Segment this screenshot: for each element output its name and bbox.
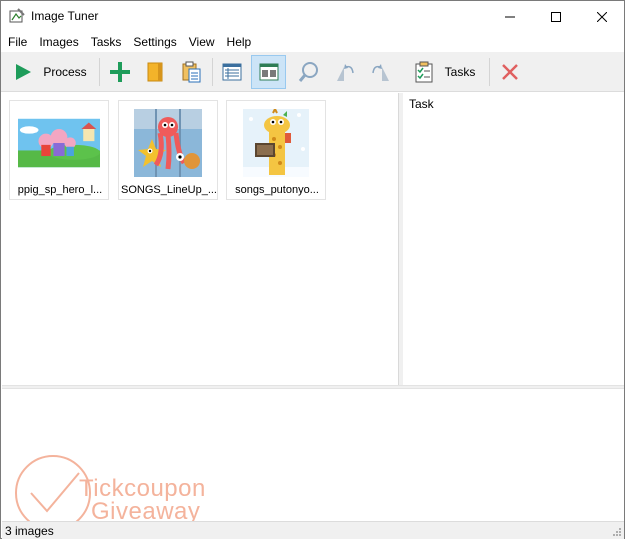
maximize-button[interactable] bbox=[533, 1, 579, 32]
zoom-icon bbox=[298, 62, 318, 82]
image-label: SONGS_LineUp_... bbox=[121, 184, 217, 196]
menu-view[interactable]: View bbox=[183, 32, 221, 52]
minimize-button[interactable] bbox=[487, 1, 533, 32]
add-images-button[interactable] bbox=[104, 55, 136, 89]
songs-lineup-thumbnail bbox=[127, 107, 209, 179]
zoom-button[interactable] bbox=[293, 55, 325, 89]
window-title: Image Tuner bbox=[31, 9, 99, 23]
status-image-count: 3 images bbox=[5, 524, 54, 538]
add-icon bbox=[110, 62, 130, 82]
details-view-button[interactable] bbox=[216, 55, 248, 89]
minimize-icon bbox=[505, 16, 515, 17]
rotate-right-icon bbox=[372, 64, 389, 81]
rotate-left-button[interactable] bbox=[329, 55, 361, 89]
delete-icon bbox=[502, 64, 518, 80]
maximize-icon bbox=[551, 11, 561, 22]
delete-button[interactable] bbox=[494, 55, 526, 89]
paste-icon bbox=[182, 61, 201, 83]
menu-tasks[interactable]: Tasks bbox=[85, 32, 128, 52]
task-pane[interactable]: Task bbox=[403, 93, 624, 385]
thumbnails-view-icon bbox=[259, 63, 278, 81]
process-button[interactable]: Process bbox=[7, 55, 93, 89]
toolbar-separator bbox=[489, 58, 490, 86]
details-view-icon bbox=[222, 63, 242, 81]
thumbnails-view-button[interactable] bbox=[251, 55, 286, 89]
images-pane[interactable]: ppig_sp_hero_l... SONGS_LineUp_... songs… bbox=[2, 93, 399, 385]
toolbar: Process Tasks bbox=[1, 52, 624, 92]
close-icon bbox=[597, 11, 607, 22]
image-label: songs_putonyo... bbox=[235, 184, 319, 196]
menu-images[interactable]: Images bbox=[33, 32, 84, 52]
menu-bar: File Images Tasks Settings View Help bbox=[1, 32, 624, 52]
close-button[interactable] bbox=[579, 1, 625, 32]
image-item[interactable]: ppig_sp_hero_l... bbox=[9, 100, 109, 200]
tasks-button[interactable]: Tasks bbox=[405, 55, 483, 89]
rotate-right-button[interactable] bbox=[365, 55, 397, 89]
toolbar-separator bbox=[212, 58, 213, 86]
paste-button[interactable] bbox=[175, 55, 207, 89]
tasks-icon bbox=[415, 61, 433, 83]
folder-icon bbox=[147, 62, 163, 82]
image-item[interactable]: songs_putonyo... bbox=[226, 100, 326, 200]
tasks-label: Tasks bbox=[444, 65, 476, 79]
rotate-left-icon bbox=[337, 64, 354, 81]
task-column-header[interactable]: Task bbox=[409, 97, 434, 111]
menu-help[interactable]: Help bbox=[221, 32, 258, 52]
resize-grip-icon[interactable] bbox=[612, 527, 622, 537]
status-bar: 3 images bbox=[2, 521, 624, 539]
play-icon bbox=[16, 64, 32, 80]
title-bar[interactable]: Image Tuner bbox=[1, 1, 624, 32]
image-label: ppig_sp_hero_l... bbox=[17, 184, 103, 196]
process-label: Process bbox=[43, 65, 87, 79]
giraffe-thumbnail bbox=[235, 107, 317, 179]
image-item[interactable]: SONGS_LineUp_... bbox=[118, 100, 218, 200]
app-window: Image Tuner File Images Tasks Settings V… bbox=[0, 0, 625, 539]
menu-file[interactable]: File bbox=[1, 32, 33, 52]
menu-settings[interactable]: Settings bbox=[127, 32, 182, 52]
add-folder-button[interactable] bbox=[139, 55, 171, 89]
app-icon bbox=[9, 8, 25, 24]
pig-family-thumbnail bbox=[18, 107, 100, 179]
toolbar-separator bbox=[99, 58, 100, 86]
